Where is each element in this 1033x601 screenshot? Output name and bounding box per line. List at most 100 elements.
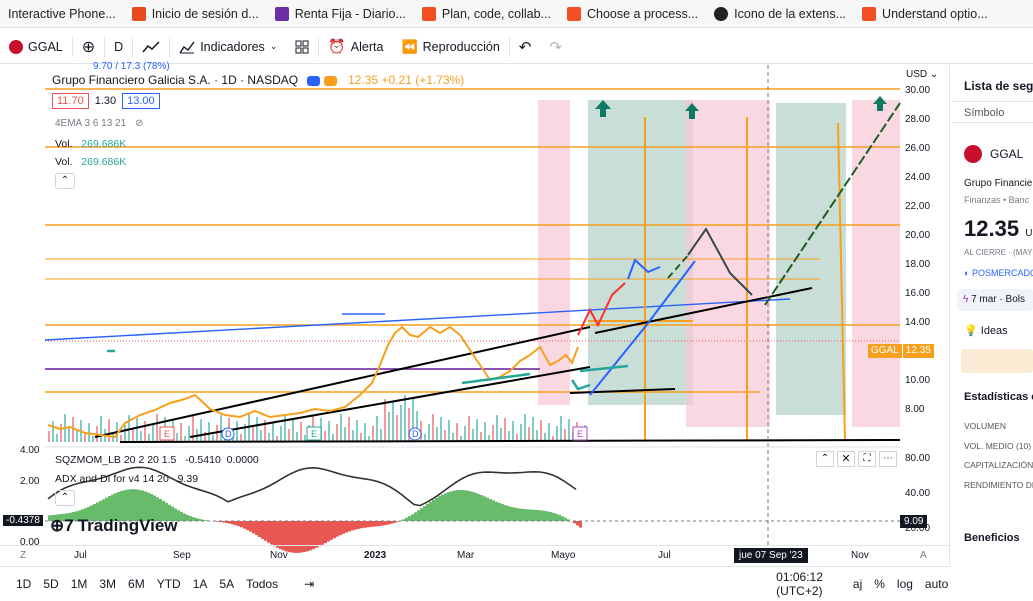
date-range-icon[interactable]: ⇥ [298, 577, 320, 591]
volume-bar [236, 421, 238, 442]
percent-toggle[interactable]: % [868, 577, 891, 591]
watchlist-title[interactable]: Lista de segu [964, 79, 1033, 93]
range-button[interactable]: 6M [122, 577, 151, 591]
stats-title: Estadísticas cla [964, 391, 1033, 403]
chart-type-button[interactable] [133, 30, 169, 64]
volume-bar [176, 433, 178, 442]
svg-text:D: D [225, 429, 232, 439]
auto-scale-icon[interactable]: A [920, 550, 927, 561]
bookmark-item[interactable]: Choose a process... [559, 0, 706, 27]
more-icon[interactable]: ⋯ [879, 451, 897, 467]
bookmark-item[interactable]: Interactive Phone... [0, 0, 124, 27]
time-label: Nov [851, 550, 869, 561]
replay-button[interactable]: ⏪ Reproducción [392, 30, 508, 64]
histogram-bar [438, 496, 441, 521]
chevron-up-icon: ⌃ [60, 175, 70, 186]
range-button[interactable]: 3M [93, 577, 122, 591]
wave-icon[interactable] [323, 75, 337, 86]
range-button[interactable]: 1A [187, 577, 214, 591]
price-tick-label: 20.00 [905, 230, 930, 241]
bookmark-item[interactable]: Renta Fija - Diario... [267, 0, 414, 27]
histogram-bar [513, 507, 516, 521]
symbol-search-button[interactable]: GGAL [0, 30, 72, 64]
volume-bar [492, 425, 494, 442]
main-chart-canvas[interactable]: 30.00 28.00 26.00 24.00 22.00 20.00 18.00 16.00… [0, 65, 950, 565]
layout-button[interactable] [286, 30, 318, 64]
adjust-toggle[interactable]: aj [847, 577, 868, 591]
volume-bar [384, 399, 386, 442]
vol-value: 269.686K [81, 138, 127, 150]
compare-button[interactable]: ⊕ [73, 30, 104, 64]
price-tick-label: 28.00 [905, 114, 930, 125]
range-button[interactable]: Todos [240, 577, 284, 591]
histogram-bar [525, 509, 528, 521]
add-circle-icon: ⊕ [81, 38, 96, 56]
currency-selector[interactable]: USD ⌄ [906, 69, 938, 80]
move-up-icon[interactable]: ⌃ [816, 451, 834, 467]
histogram-bar [396, 521, 399, 522]
windows-icon [862, 6, 877, 21]
histogram-bar [501, 504, 504, 521]
range-button[interactable]: 1M [65, 577, 94, 591]
range-button[interactable]: YTD [151, 577, 187, 591]
histogram-bar [327, 521, 330, 542]
price-axis[interactable]: 30.00 28.00 26.00 24.00 22.00 20.00 18.00 16.00… [905, 85, 930, 415]
close-icon[interactable]: ✕ [837, 451, 855, 467]
maximize-icon[interactable]: ⛶ [858, 451, 876, 467]
legend-change: +0.21 (+1.73%) [381, 73, 465, 87]
ask-box[interactable]: 13.00 [122, 93, 160, 109]
histogram-bar [561, 516, 564, 521]
volume-bar [548, 423, 550, 442]
bookmark-item[interactable]: Inicio de sesión d... [124, 0, 267, 27]
event-chip[interactable]: ϟ 7 mar · Bols [957, 289, 1033, 311]
redo-button[interactable]: ↷ [540, 30, 571, 64]
symbol-column-header[interactable]: Símbolo [964, 107, 1004, 119]
histogram-bar [198, 518, 201, 521]
undo-button[interactable]: ↶ [510, 30, 541, 64]
ticker-row[interactable]: GGAL [964, 145, 1023, 163]
clock-label[interactable]: 01:06:12 (UTC+2) [770, 570, 829, 598]
ideas-row[interactable]: 💡 Ideas [964, 324, 1008, 337]
bookmark-item[interactable]: Icono de la extens... [706, 0, 854, 27]
histogram-bar [315, 521, 318, 548]
histogram-bar [507, 506, 510, 521]
range-button[interactable]: 5D [37, 577, 64, 591]
collapse-legend-button[interactable]: ⌃ [55, 173, 75, 189]
zoom-icon[interactable]: Z [20, 550, 26, 561]
bookmark-item[interactable]: Understand optio... [854, 0, 996, 27]
alert-button[interactable]: ⏰ Alerta [319, 30, 392, 64]
bookmark-item[interactable]: Plan, code, collab... [414, 0, 559, 27]
indicators-button[interactable]: Indicadores ⌄ [170, 30, 286, 64]
currency-label: USD [906, 69, 928, 80]
lightning-icon: ϟ [963, 294, 969, 305]
tradingview-watermark[interactable]: ⊕7 TradingView [50, 516, 178, 536]
volume-bar [124, 425, 126, 442]
log-toggle[interactable]: log [891, 577, 919, 591]
time-axis[interactable]: Z Jul Sep Nov 2023 Mar Mayo Jul jue 07 S… [0, 545, 950, 565]
volume-bar [356, 420, 358, 442]
histogram-bar [246, 521, 249, 531]
range-button[interactable]: 5A [213, 577, 240, 591]
svg-text:E: E [311, 429, 317, 439]
price-tick-label: 30.00 [905, 85, 930, 96]
symbol-title: Grupo Financiero Galicia S.A. · 1D · NAS… [52, 73, 299, 87]
histogram-bar [555, 513, 558, 521]
histogram-bar [366, 521, 369, 528]
undo-icon: ↶ [518, 38, 532, 56]
chevron-up-icon: ⌃ [60, 492, 70, 503]
histogram-bar [432, 499, 435, 521]
histogram-bar [249, 521, 252, 532]
volume-bar [152, 424, 154, 442]
histogram-bar [459, 489, 462, 521]
price-label-symbol: GGAL [868, 344, 902, 358]
auto-toggle[interactable]: auto [919, 577, 954, 591]
volume-bar [180, 423, 182, 442]
eye-off-icon[interactable]: ⊘ [135, 118, 143, 129]
chart-area[interactable]: 30.00 28.00 26.00 24.00 22.00 20.00 18.00 16.00… [0, 61, 950, 565]
ideas-banner[interactable] [961, 349, 1033, 373]
eye-icon[interactable] [307, 75, 321, 86]
collapse-osc-legend-button[interactable]: ⌃ [55, 490, 75, 506]
range-button[interactable]: 1D [10, 577, 37, 591]
interval-button[interactable]: D [105, 30, 132, 64]
bid-box[interactable]: 11.70 [52, 93, 89, 109]
